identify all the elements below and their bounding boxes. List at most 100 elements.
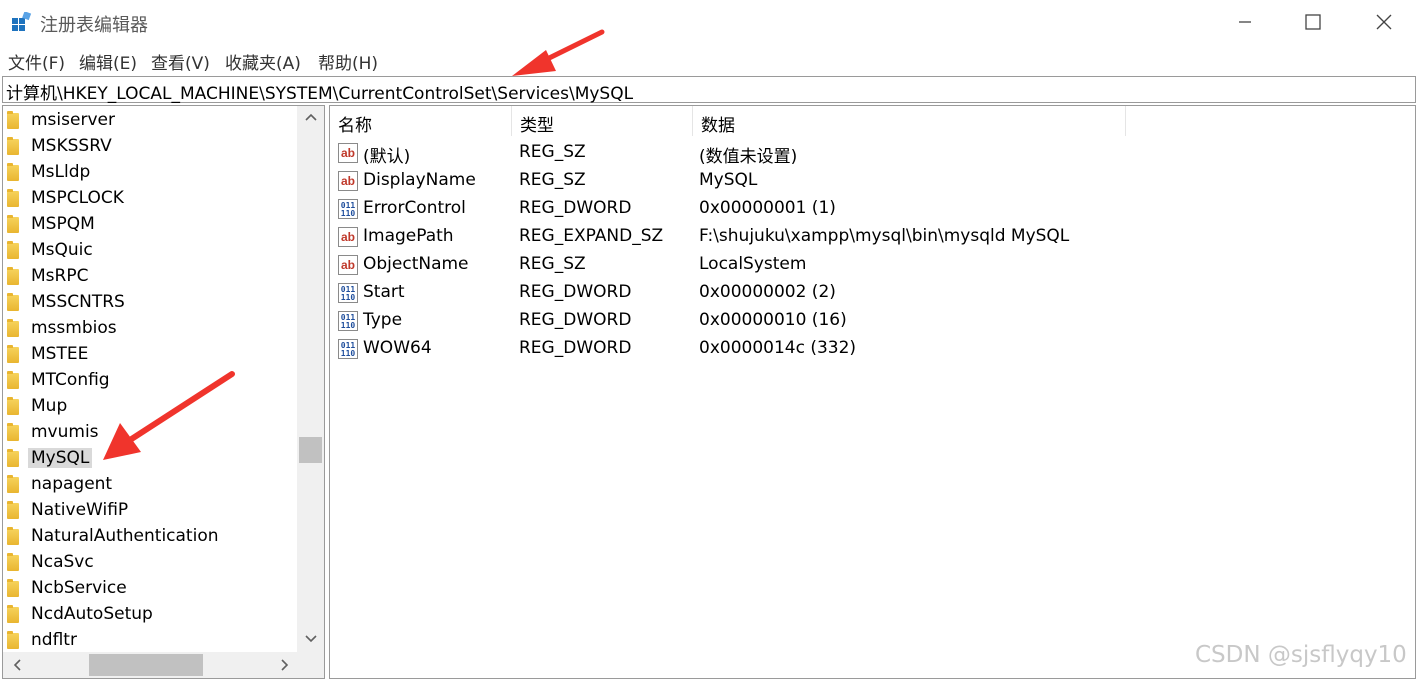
tree-item[interactable]: napagent <box>3 472 297 498</box>
menu-bar: 文件(F) 编辑(E) 查看(V) 收藏夹(A) 帮助(H) <box>0 44 1420 74</box>
svg-text:ab: ab <box>341 230 355 244</box>
tree-item[interactable]: NativeWifiP <box>3 498 297 524</box>
tree-item-label: MSPQM <box>31 214 95 234</box>
tree-item[interactable]: NaturalAuthentication <box>3 524 297 550</box>
folder-icon <box>7 371 19 389</box>
tree-item[interactable]: MSSCNTRS <box>3 290 297 316</box>
folder-icon <box>7 319 19 337</box>
scroll-up-arrow[interactable] <box>297 106 324 128</box>
folder-icon <box>7 579 19 597</box>
string-value-icon: ab <box>338 143 358 163</box>
tree-item[interactable]: MySQL <box>3 446 297 472</box>
binary-value-icon: 011110 <box>338 339 358 359</box>
tree-item[interactable]: mvumis <box>3 420 297 446</box>
menu-help[interactable]: 帮助(H) <box>318 49 378 74</box>
value-data: (数值未设置) <box>699 147 798 167</box>
tree-item[interactable]: MsQuic <box>3 238 297 264</box>
menu-favorites[interactable]: 收藏夹(A) <box>225 49 301 74</box>
menu-file[interactable]: 文件(F) <box>8 49 65 74</box>
string-value-icon: ab <box>338 255 358 275</box>
tree-item-label: NativeWifiP <box>31 500 129 520</box>
tree-horizontal-scrollbar[interactable] <box>3 652 297 678</box>
menu-edit[interactable]: 编辑(E) <box>79 49 137 74</box>
value-name: Start <box>363 282 405 302</box>
tree-item[interactable]: MsLldp <box>3 160 297 186</box>
tree-item-label: Mup <box>31 396 68 416</box>
tree-vertical-scrollbar[interactable] <box>297 106 324 652</box>
window-title: 注册表编辑器 <box>40 15 148 36</box>
tree-item-label: NcaSvc <box>31 552 94 572</box>
column-header-data[interactable]: 数据 <box>693 106 1126 136</box>
tree-item[interactable]: NcdAutoSetup <box>3 602 297 628</box>
tree-item-label: MTConfig <box>31 370 110 390</box>
svg-text:ab: ab <box>341 174 355 188</box>
tree-item[interactable]: MsRPC <box>3 264 297 290</box>
value-data: 0x00000002 (2) <box>699 282 836 302</box>
folder-icon <box>7 293 19 311</box>
tree-item[interactable]: MTConfig <box>3 368 297 394</box>
value-row[interactable]: 011 110 Start REG_DWORD 0x00000002 (2) <box>330 279 1415 307</box>
scroll-down-arrow[interactable] <box>297 628 324 650</box>
string-value-icon: ab <box>338 171 358 191</box>
folder-icon <box>7 397 19 415</box>
value-row[interactable]: 011 110 ErrorControl REG_DWORD 0x00000001 (1… <box>330 195 1415 223</box>
folder-icon <box>7 189 19 207</box>
value-row[interactable]: ab (默认) REG_SZ (数值未设置) <box>330 139 1415 167</box>
tree-item[interactable]: MSTEE <box>3 342 297 368</box>
tree-item[interactable]: MSPQM <box>3 212 297 238</box>
svg-text:ab: ab <box>341 146 355 160</box>
tree-item[interactable]: mssmbios <box>3 316 297 342</box>
scroll-left-arrow[interactable] <box>3 654 30 676</box>
value-type: REG_SZ <box>519 170 586 190</box>
folder-icon <box>7 137 19 155</box>
tree-horizontal-scroll-thumb[interactable] <box>89 654 203 676</box>
value-row[interactable]: 011 110 WOW64 REG_DWORD 0x0000014c (332) <box>330 335 1415 363</box>
value-type: REG_EXPAND_SZ <box>519 226 664 246</box>
column-header-name[interactable]: 名称 <box>330 106 512 136</box>
value-name: DisplayName <box>363 170 476 190</box>
value-data: 0x00000010 (16) <box>699 310 847 330</box>
chevron-up-icon <box>304 113 317 121</box>
chevron-right-icon <box>280 659 288 671</box>
value-row[interactable]: ab DisplayName REG_SZ MySQL <box>330 167 1415 195</box>
address-path[interactable]: 计算机\HKEY_LOCAL_MACHINE\SYSTEM\CurrentCon… <box>6 79 633 104</box>
menu-view[interactable]: 查看(V) <box>151 49 210 74</box>
value-row[interactable]: ab ObjectName REG_SZ LocalSystem <box>330 251 1415 279</box>
tree-vertical-scroll-thumb[interactable] <box>299 437 322 463</box>
value-type: REG_DWORD <box>519 282 632 302</box>
value-row[interactable]: 011 110 Type REG_DWORD 0x00000010 (16) <box>330 307 1415 335</box>
tree-item[interactable]: ndfltr <box>3 628 297 654</box>
tree-item[interactable]: Mup <box>3 394 297 420</box>
folder-icon <box>7 111 19 129</box>
value-name: ObjectName <box>363 254 469 274</box>
value-data: LocalSystem <box>699 254 807 274</box>
value-data: F:\shujuku\xampp\mysql\bin\mysqld MySQL <box>699 226 1070 246</box>
tree-item[interactable]: NcaSvc <box>3 550 297 576</box>
tree-item-label: msiserver <box>31 110 115 130</box>
folder-icon <box>7 631 19 649</box>
address-bar[interactable]: 计算机\HKEY_LOCAL_MACHINE\SYSTEM\CurrentCon… <box>2 76 1416 104</box>
value-name: ErrorControl <box>363 198 466 218</box>
tree-item[interactable]: NcbService <box>3 576 297 602</box>
tree-item-label: MsQuic <box>31 240 93 260</box>
tree-item[interactable]: msiserver <box>3 108 297 134</box>
close-button[interactable] <box>1361 6 1407 38</box>
value-type: REG_DWORD <box>519 338 632 358</box>
title-bar: 注册表编辑器 <box>0 0 1420 44</box>
column-header-type[interactable]: 类型 <box>512 106 693 136</box>
tree-item[interactable]: MSKSSRV <box>3 134 297 160</box>
minimize-button[interactable] <box>1222 6 1268 38</box>
registry-editor-icon <box>12 12 32 31</box>
svg-text:110: 110 <box>341 321 356 330</box>
scroll-right-arrow[interactable] <box>271 654 298 676</box>
tree-item-label: mssmbios <box>31 318 117 338</box>
minimize-icon <box>1239 21 1251 23</box>
value-row[interactable]: ab ImagePath REG_EXPAND_SZ F:\shujuku\xampp… <box>330 223 1415 251</box>
value-type: REG_SZ <box>519 254 586 274</box>
tree-item[interactable]: MSPCLOCK <box>3 186 297 212</box>
folder-icon <box>7 605 19 623</box>
maximize-button[interactable] <box>1290 6 1336 38</box>
folder-icon <box>7 423 19 441</box>
folder-icon <box>7 163 19 181</box>
value-data: MySQL <box>699 170 758 190</box>
